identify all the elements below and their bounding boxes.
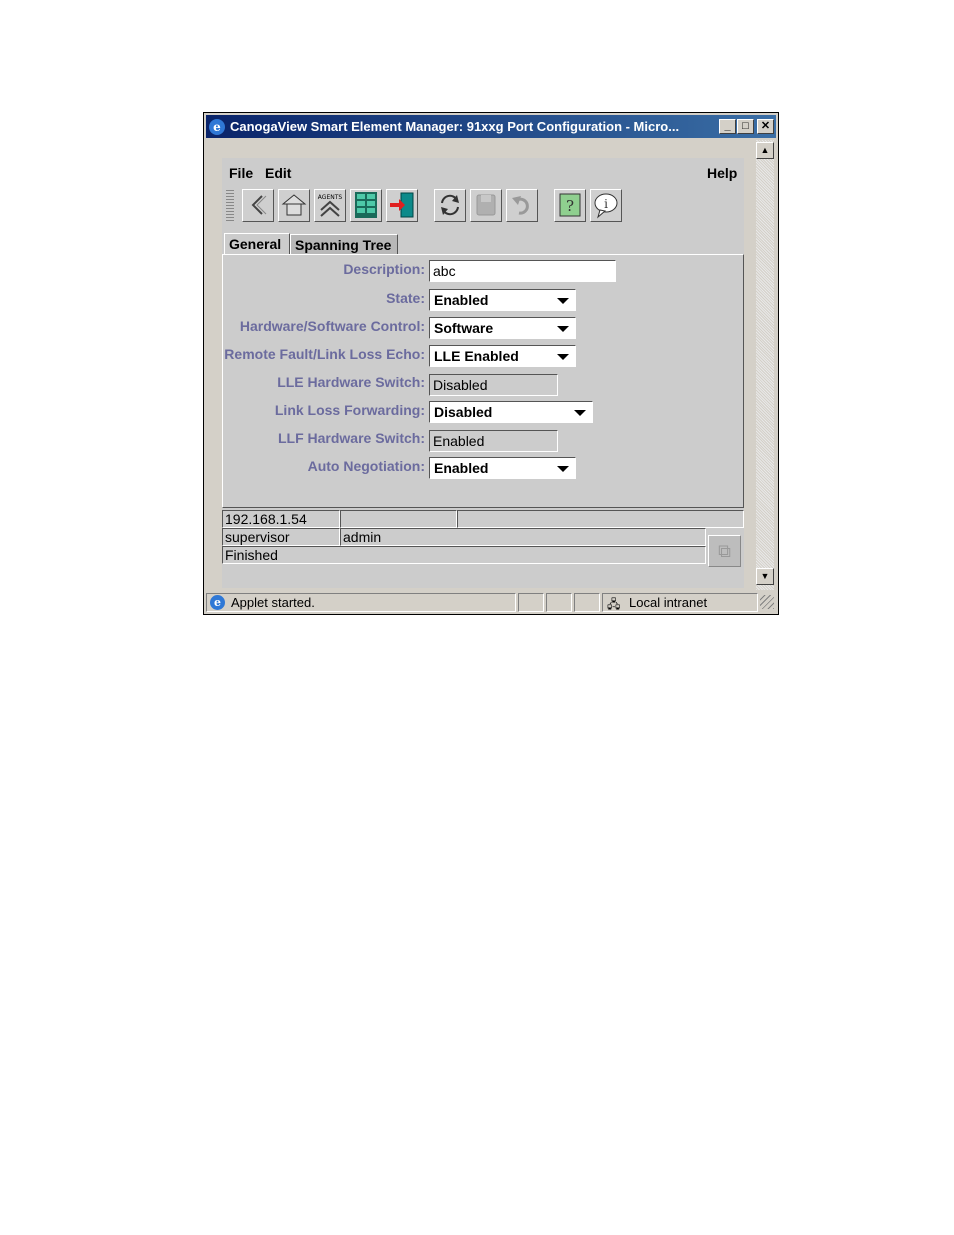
grid-icon[interactable] [350,189,382,222]
status-user-name: admin [340,528,706,546]
autoneg-label: Auto Negotiation: [307,458,425,474]
vertical-scrollbar[interactable]: ▲ ▼ [756,140,774,590]
tab-strip: General Spanning Tree [222,233,744,255]
toolbar: AGENTS ? i [222,186,744,224]
browser-window: e CanogaView Smart Element Manager: 91xx… [203,112,779,615]
hw-sw-control-select[interactable]: Software [429,317,576,339]
status-pane-3 [574,593,600,612]
agents-icon-text: AGENTS [318,194,343,201]
intranet-icon: 🖧 [607,597,621,611]
back-icon[interactable] [242,189,274,222]
description-input[interactable]: abc [429,260,616,282]
autoneg-select[interactable]: Enabled [429,457,576,479]
chevron-down-icon [557,326,569,332]
menu-edit[interactable]: Edit [265,165,291,181]
menu-help[interactable]: Help [707,165,737,181]
resize-grip[interactable] [760,595,774,609]
refresh-icon[interactable] [434,189,466,222]
llf-hw-switch-label: LLF Hardware Switch: [277,430,425,446]
applet-status: e Applet started. [206,593,516,612]
hw-sw-control-label: Hardware/Software Control: [239,318,425,334]
autoneg-value: Enabled [434,460,489,476]
tab-spanning-tree[interactable]: Spanning Tree [290,234,398,255]
maximize-button[interactable]: □ [737,119,754,134]
applet-status-text: Applet started. [231,595,315,610]
llf-select[interactable]: Disabled [429,401,593,423]
status-pane-2 [546,593,572,612]
status-ip: 192.168.1.54 [222,510,340,528]
connection-status-icon: ⧉ [708,535,741,567]
save-icon[interactable] [470,189,502,222]
menu-file[interactable]: File [229,165,253,181]
chevron-down-icon [574,410,586,416]
rf-lle-select[interactable]: LLE Enabled [429,345,576,367]
description-label: Description: [343,261,425,277]
llf-value: Disabled [434,404,493,420]
status-empty-1 [340,510,457,528]
rf-lle-value: LLE Enabled [434,348,519,364]
lle-hw-switch-field: Disabled [429,374,558,396]
status-pane-1 [518,593,544,612]
applet-area: File Edit Help AGENTS ? i General Spanni… [222,158,744,588]
lle-hw-switch-label: LLE Hardware Switch: [277,374,425,390]
state-value: Enabled [434,292,489,308]
state-select[interactable]: Enabled [429,289,576,311]
status-message: Finished [222,546,706,564]
ie-icon: e [209,119,225,135]
chevron-down-icon [557,298,569,304]
help-icon[interactable]: ? [554,189,586,222]
chevron-down-icon [557,354,569,360]
svg-text:?: ? [566,197,574,215]
state-label: State: [386,290,425,306]
browser-status-bar: e Applet started. 🖧 Local intranet [206,591,776,612]
close-button[interactable]: ✕ [757,119,774,134]
home-icon[interactable] [278,189,310,222]
llf-label: Link Loss Forwarding: [274,402,425,418]
undo-icon[interactable] [506,189,538,222]
zone-status-text: Local intranet [629,595,708,610]
zone-status: 🖧 Local intranet [602,593,758,612]
window-title: CanogaView Smart Element Manager: 91xxg … [230,119,680,134]
status-user-role: supervisor [222,528,340,546]
scroll-down-icon[interactable]: ▼ [756,568,774,585]
svg-text:i: i [604,197,608,211]
agents-icon[interactable]: AGENTS [314,189,346,222]
rf-lle-label: Remote Fault/Link Loss Echo: [224,346,425,362]
hw-sw-control-value: Software [434,320,494,336]
general-panel: Description: abc State: Enabled Hardware… [222,254,744,508]
tab-general[interactable]: General [224,233,290,255]
minimize-button[interactable]: _ [719,119,736,134]
title-bar[interactable]: e CanogaView Smart Element Manager: 91xx… [206,115,776,138]
chevron-down-icon [557,466,569,472]
scroll-up-icon[interactable]: ▲ [756,142,774,159]
exit-door-icon[interactable] [386,189,418,222]
browser-content: File Edit Help AGENTS ? i General Spanni… [208,140,756,590]
ie-page-icon: e [210,595,225,610]
llf-hw-switch-field: Enabled [429,430,558,452]
info-balloon-icon[interactable]: i [590,189,622,222]
menu-bar: File Edit Help [222,158,744,184]
toolbar-grip[interactable] [226,189,234,221]
status-empty-2 [457,510,744,528]
